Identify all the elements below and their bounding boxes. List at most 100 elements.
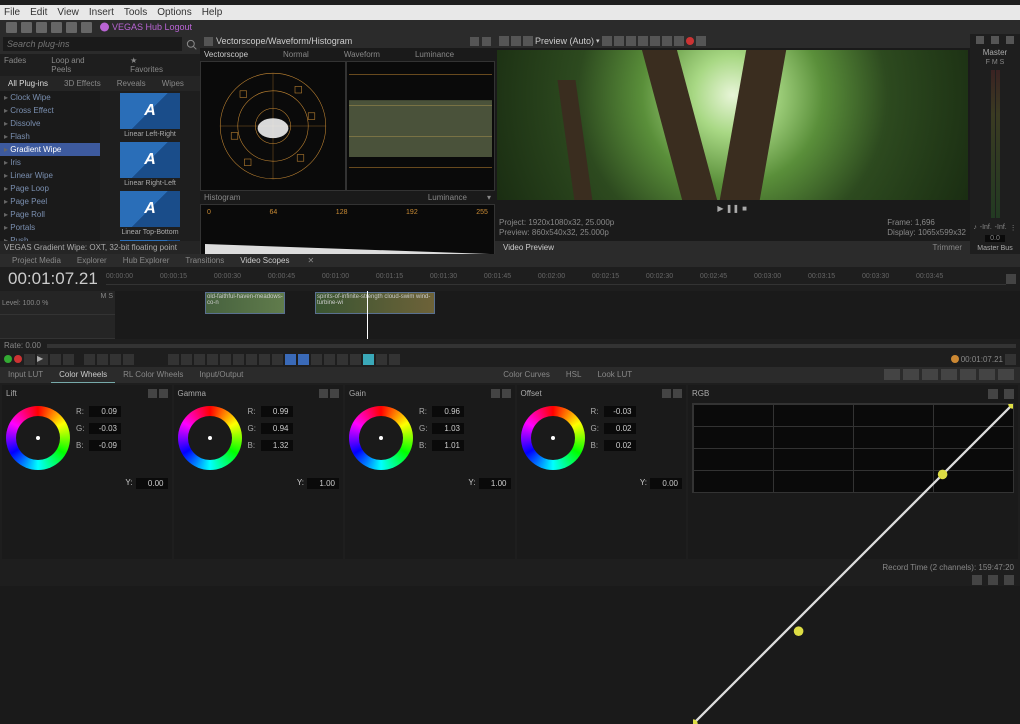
gamma-g-value[interactable]: 0.94 (261, 423, 293, 434)
tab-project-media[interactable]: Project Media (4, 254, 69, 267)
lift-r-value[interactable]: 0.09 (89, 406, 121, 417)
rgb-tab[interactable]: RGB (692, 389, 709, 399)
scope-icon[interactable] (204, 37, 213, 46)
menu-file[interactable]: File (4, 7, 20, 18)
menu-insert[interactable]: Insert (89, 7, 114, 18)
gain-g-value[interactable]: 1.03 (432, 423, 464, 434)
toolbar-icon[interactable] (6, 22, 17, 33)
tab-transitions[interactable]: Transitions (177, 254, 232, 267)
timeline-ruler[interactable]: 00:00:00 00:00:15 00:00:30 00:00:45 00:0… (106, 273, 1006, 285)
bypass-icon[interactable] (502, 389, 511, 398)
menu-view[interactable]: View (57, 7, 79, 18)
gear-icon[interactable] (470, 37, 479, 46)
gain-y-value[interactable]: 1.00 (479, 478, 511, 489)
transition-item[interactable]: Page Loop (0, 182, 100, 195)
curves-plot[interactable] (692, 403, 1014, 493)
toolbar-icon[interactable] (51, 22, 62, 33)
filter-loop[interactable]: Loop and Peels (51, 56, 105, 74)
lift-wheel[interactable] (6, 406, 70, 470)
playhead[interactable] (367, 291, 368, 339)
transition-item[interactable]: Dissolve (0, 117, 100, 130)
search-icon[interactable] (186, 39, 197, 50)
record-icon[interactable] (14, 355, 22, 363)
tab-hsl[interactable]: HSL (558, 367, 590, 383)
timeline-loop-icon[interactable] (1006, 274, 1016, 284)
tool-button[interactable] (324, 354, 335, 365)
preview-icon[interactable] (638, 36, 648, 46)
transport-play[interactable]: ▶ (37, 354, 48, 365)
tab-vectorscope[interactable]: Vectorscope (204, 50, 248, 59)
preview-icon[interactable] (650, 36, 660, 46)
reset-icon[interactable] (662, 389, 671, 398)
offset-wheel[interactable] (521, 406, 585, 470)
tool-button[interactable] (220, 354, 231, 365)
luminance-label[interactable]: Luminance (428, 193, 467, 202)
master-icon[interactable] (991, 36, 999, 44)
menu-edit[interactable]: Edit (30, 7, 47, 18)
preview-icon[interactable] (499, 36, 509, 46)
preview-icon[interactable] (614, 36, 624, 46)
tab-luminance[interactable]: Luminance (415, 50, 454, 59)
transition-item[interactable]: Clock Wipe (0, 91, 100, 104)
close-icon[interactable] (998, 369, 1014, 380)
reset-icon[interactable] (491, 389, 500, 398)
bypass-icon[interactable] (673, 389, 682, 398)
curves-icon[interactable] (988, 389, 998, 399)
master-icon[interactable] (976, 36, 984, 44)
transition-item[interactable]: Page Roll (0, 208, 100, 221)
histogram-label[interactable]: Histogram (204, 193, 428, 202)
preview-icon[interactable] (662, 36, 672, 46)
tool-button[interactable] (168, 354, 179, 365)
tab-normal[interactable]: Normal (283, 50, 309, 59)
preview-icon[interactable] (523, 36, 533, 46)
rate-slider[interactable] (47, 344, 1016, 348)
gamma-r-value[interactable]: 0.99 (261, 406, 293, 417)
timecode[interactable]: 00:01:07.21 (0, 267, 106, 291)
color-tool-icon[interactable] (960, 369, 976, 380)
preview-icon[interactable] (626, 36, 636, 46)
tab-color-curves[interactable]: Color Curves (495, 367, 558, 383)
tool-button[interactable] (259, 354, 270, 365)
tab-trimmer[interactable]: Trimmer (925, 241, 970, 254)
lift-b-value[interactable]: -0.09 (89, 440, 121, 451)
tool-button[interactable] (337, 354, 348, 365)
master-gain[interactable]: 0.0 (985, 235, 1005, 242)
color-tool-icon[interactable] (922, 369, 938, 380)
close-icon[interactable] (482, 37, 491, 46)
gain-b-value[interactable]: 1.01 (432, 440, 464, 451)
hub-logout-link[interactable]: VEGAS Hub Logout (100, 22, 192, 32)
tab-explorer[interactable]: Explorer (69, 254, 115, 267)
offset-y-value[interactable]: 0.00 (650, 478, 682, 489)
track-header[interactable]: M S Level: 100.0 % (0, 291, 115, 315)
tab-video-scopes[interactable]: Video Scopes (232, 254, 297, 267)
reset-icon[interactable] (148, 389, 157, 398)
bypass-icon[interactable] (330, 389, 339, 398)
transport-pause[interactable] (50, 354, 61, 365)
meter-icon[interactable]: ♪ (973, 224, 977, 232)
tool-button[interactable] (181, 354, 192, 365)
rate-label[interactable]: Rate: 0.00 (4, 341, 41, 350)
toolbar-icon[interactable] (66, 22, 77, 33)
tool-button[interactable] (376, 354, 387, 365)
color-tool-icon[interactable] (979, 369, 995, 380)
gamma-b-value[interactable]: 1.32 (261, 440, 293, 451)
tool-button[interactable] (350, 354, 361, 365)
timeline-clip[interactable]: old-faithful-haven-meadows-co-n (205, 292, 285, 314)
tool-button[interactable] (311, 354, 322, 365)
transport-next[interactable] (110, 354, 121, 365)
tab-wipes[interactable]: Wipes (154, 76, 192, 91)
preview-icon[interactable] (674, 36, 684, 46)
gamma-y-value[interactable]: 1.00 (307, 478, 339, 489)
timeline-clip[interactable]: spirits-of-infinite-strength cloud-swim … (315, 292, 435, 314)
transport-start[interactable] (84, 354, 95, 365)
tab-3d-effects[interactable]: 3D Effects (56, 76, 109, 91)
tool-button[interactable] (194, 354, 205, 365)
tool-button[interactable] (298, 354, 309, 365)
menu-help[interactable]: Help (202, 7, 223, 18)
transition-item[interactable]: Gradient Wipe (0, 143, 100, 156)
transition-item[interactable]: Linear Wipe (0, 169, 100, 182)
lift-y-value[interactable]: 0.00 (136, 478, 168, 489)
preview-item[interactable]: ALinear Right-Left (102, 142, 198, 187)
video-preview[interactable] (497, 50, 968, 200)
gain-r-value[interactable]: 0.96 (432, 406, 464, 417)
